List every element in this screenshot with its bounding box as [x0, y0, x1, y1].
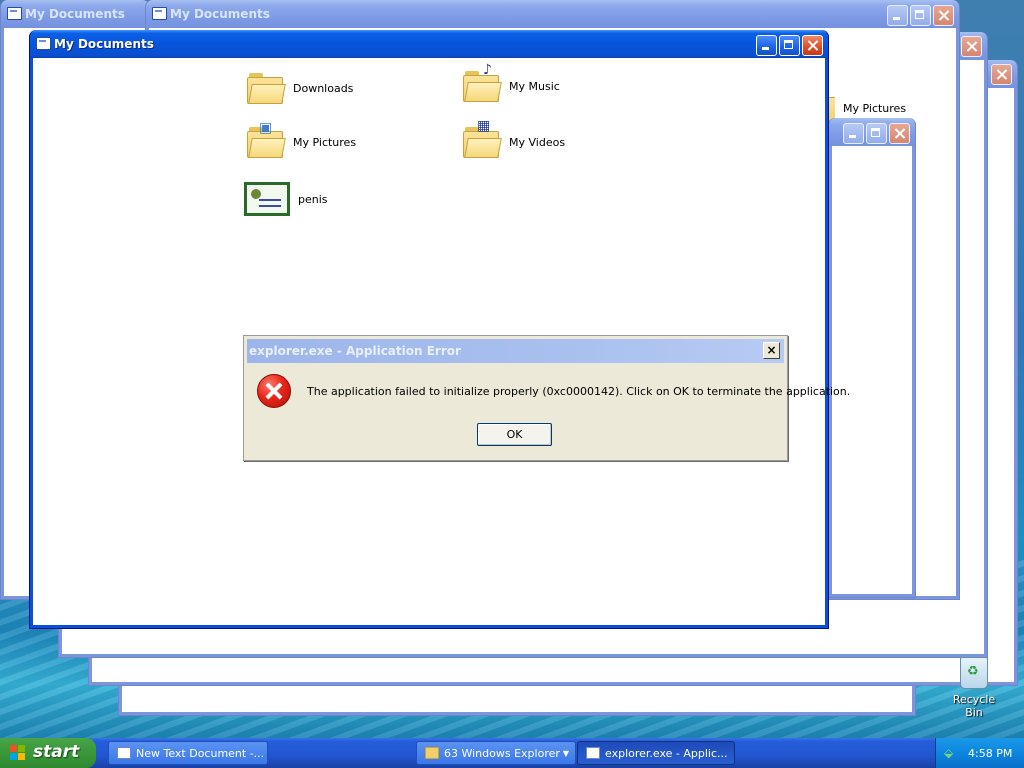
minimize-icon[interactable]	[887, 5, 908, 26]
application-error-dialog[interactable]: explorer.exe - Application Error × The a…	[243, 335, 850, 461]
folder-item-downloads[interactable]: Downloads	[247, 70, 353, 106]
start-button[interactable]: start	[0, 738, 96, 768]
item-label: My Videos	[509, 135, 566, 149]
dialog-title: explorer.exe - Application Error	[249, 344, 461, 358]
system-tray: ⬙ 4:58 PM	[935, 738, 1024, 768]
taskbar-button-label: explorer.exe - Applic...	[605, 747, 728, 760]
folder-icon	[152, 7, 167, 20]
taskbar-button-label: 63 Windows Explorer	[444, 747, 560, 760]
close-icon[interactable]	[991, 64, 1012, 85]
taskbar-button-error[interactable]: explorer.exe - Applic...	[577, 741, 735, 765]
taskbar-button-label: New Text Document -...	[136, 747, 265, 760]
maximize-icon[interactable]	[910, 5, 931, 26]
pictures-folder-icon: ▣	[247, 120, 286, 160]
clock[interactable]: 4:58 PM	[968, 747, 1012, 760]
window-title: My Documents	[54, 37, 154, 51]
windows-logo-icon	[10, 745, 26, 761]
main-window[interactable]: My Documents Downloads ♪ My Music ▣ My P…	[29, 30, 829, 629]
titlebar[interactable]: My Documents	[30, 30, 828, 58]
network-icon[interactable]: ⬙	[944, 746, 953, 760]
minimize-icon[interactable]	[843, 123, 864, 144]
close-icon[interactable]	[933, 5, 954, 26]
recycle-bin-icon	[960, 657, 988, 689]
close-icon[interactable]	[961, 36, 982, 57]
window-title: My Documents	[170, 7, 270, 21]
recycle-bin-label: Recycle Bin	[952, 693, 996, 719]
folder-item-my-pictures[interactable]: ▣ My Pictures	[247, 120, 357, 160]
taskbar-button-notepad[interactable]: New Text Document -...	[108, 741, 268, 765]
dropdown-arrow-icon: ▼	[562, 749, 569, 758]
item-label: penis	[298, 192, 328, 206]
dialog-titlebar[interactable]: explorer.exe - Application Error ×	[247, 339, 784, 363]
item-label: My Pictures	[293, 135, 357, 149]
close-button[interactable]	[802, 35, 823, 56]
videos-folder-icon: ▦	[463, 118, 502, 160]
folder-item-my-music[interactable]: ♪ My Music	[463, 62, 560, 104]
dialog-close-button[interactable]: ×	[763, 342, 780, 359]
folder-icon	[425, 747, 439, 759]
maximize-icon[interactable]	[866, 123, 887, 144]
folder-icon	[36, 37, 51, 50]
minimize-button[interactable]	[756, 35, 777, 56]
maximize-button[interactable]	[779, 35, 800, 56]
item-label: My Music	[509, 79, 560, 93]
taskbar-button-explorer-group[interactable]: 63 Windows Explorer ▼	[416, 741, 576, 765]
certificate-icon	[244, 182, 290, 216]
start-label: start	[33, 742, 80, 762]
titlebar[interactable]: My Documents	[146, 0, 959, 28]
item-label: My Pictures	[843, 101, 907, 115]
item-label: Downloads	[293, 81, 354, 95]
taskbar: start New Text Document -... 63 Windows …	[0, 738, 1024, 768]
ok-button[interactable]: OK	[477, 423, 552, 446]
window-title: My Documents	[25, 7, 125, 21]
notepad-icon	[117, 747, 131, 759]
error-icon	[257, 374, 291, 408]
recycle-bin[interactable]: Recycle Bin	[946, 657, 1002, 719]
close-icon[interactable]	[889, 123, 910, 144]
folder-icon	[7, 7, 22, 20]
music-folder-icon: ♪	[463, 62, 502, 104]
folder-icon	[247, 70, 286, 106]
background-window-6[interactable]	[828, 118, 916, 598]
window-client	[832, 146, 912, 594]
error-message: The application failed to initialize pro…	[307, 385, 851, 398]
titlebar[interactable]: My Documents	[1, 0, 149, 28]
folder-item-my-videos[interactable]: ▦ My Videos	[463, 118, 566, 160]
file-item[interactable]: penis	[244, 182, 328, 216]
window-icon	[586, 747, 600, 759]
